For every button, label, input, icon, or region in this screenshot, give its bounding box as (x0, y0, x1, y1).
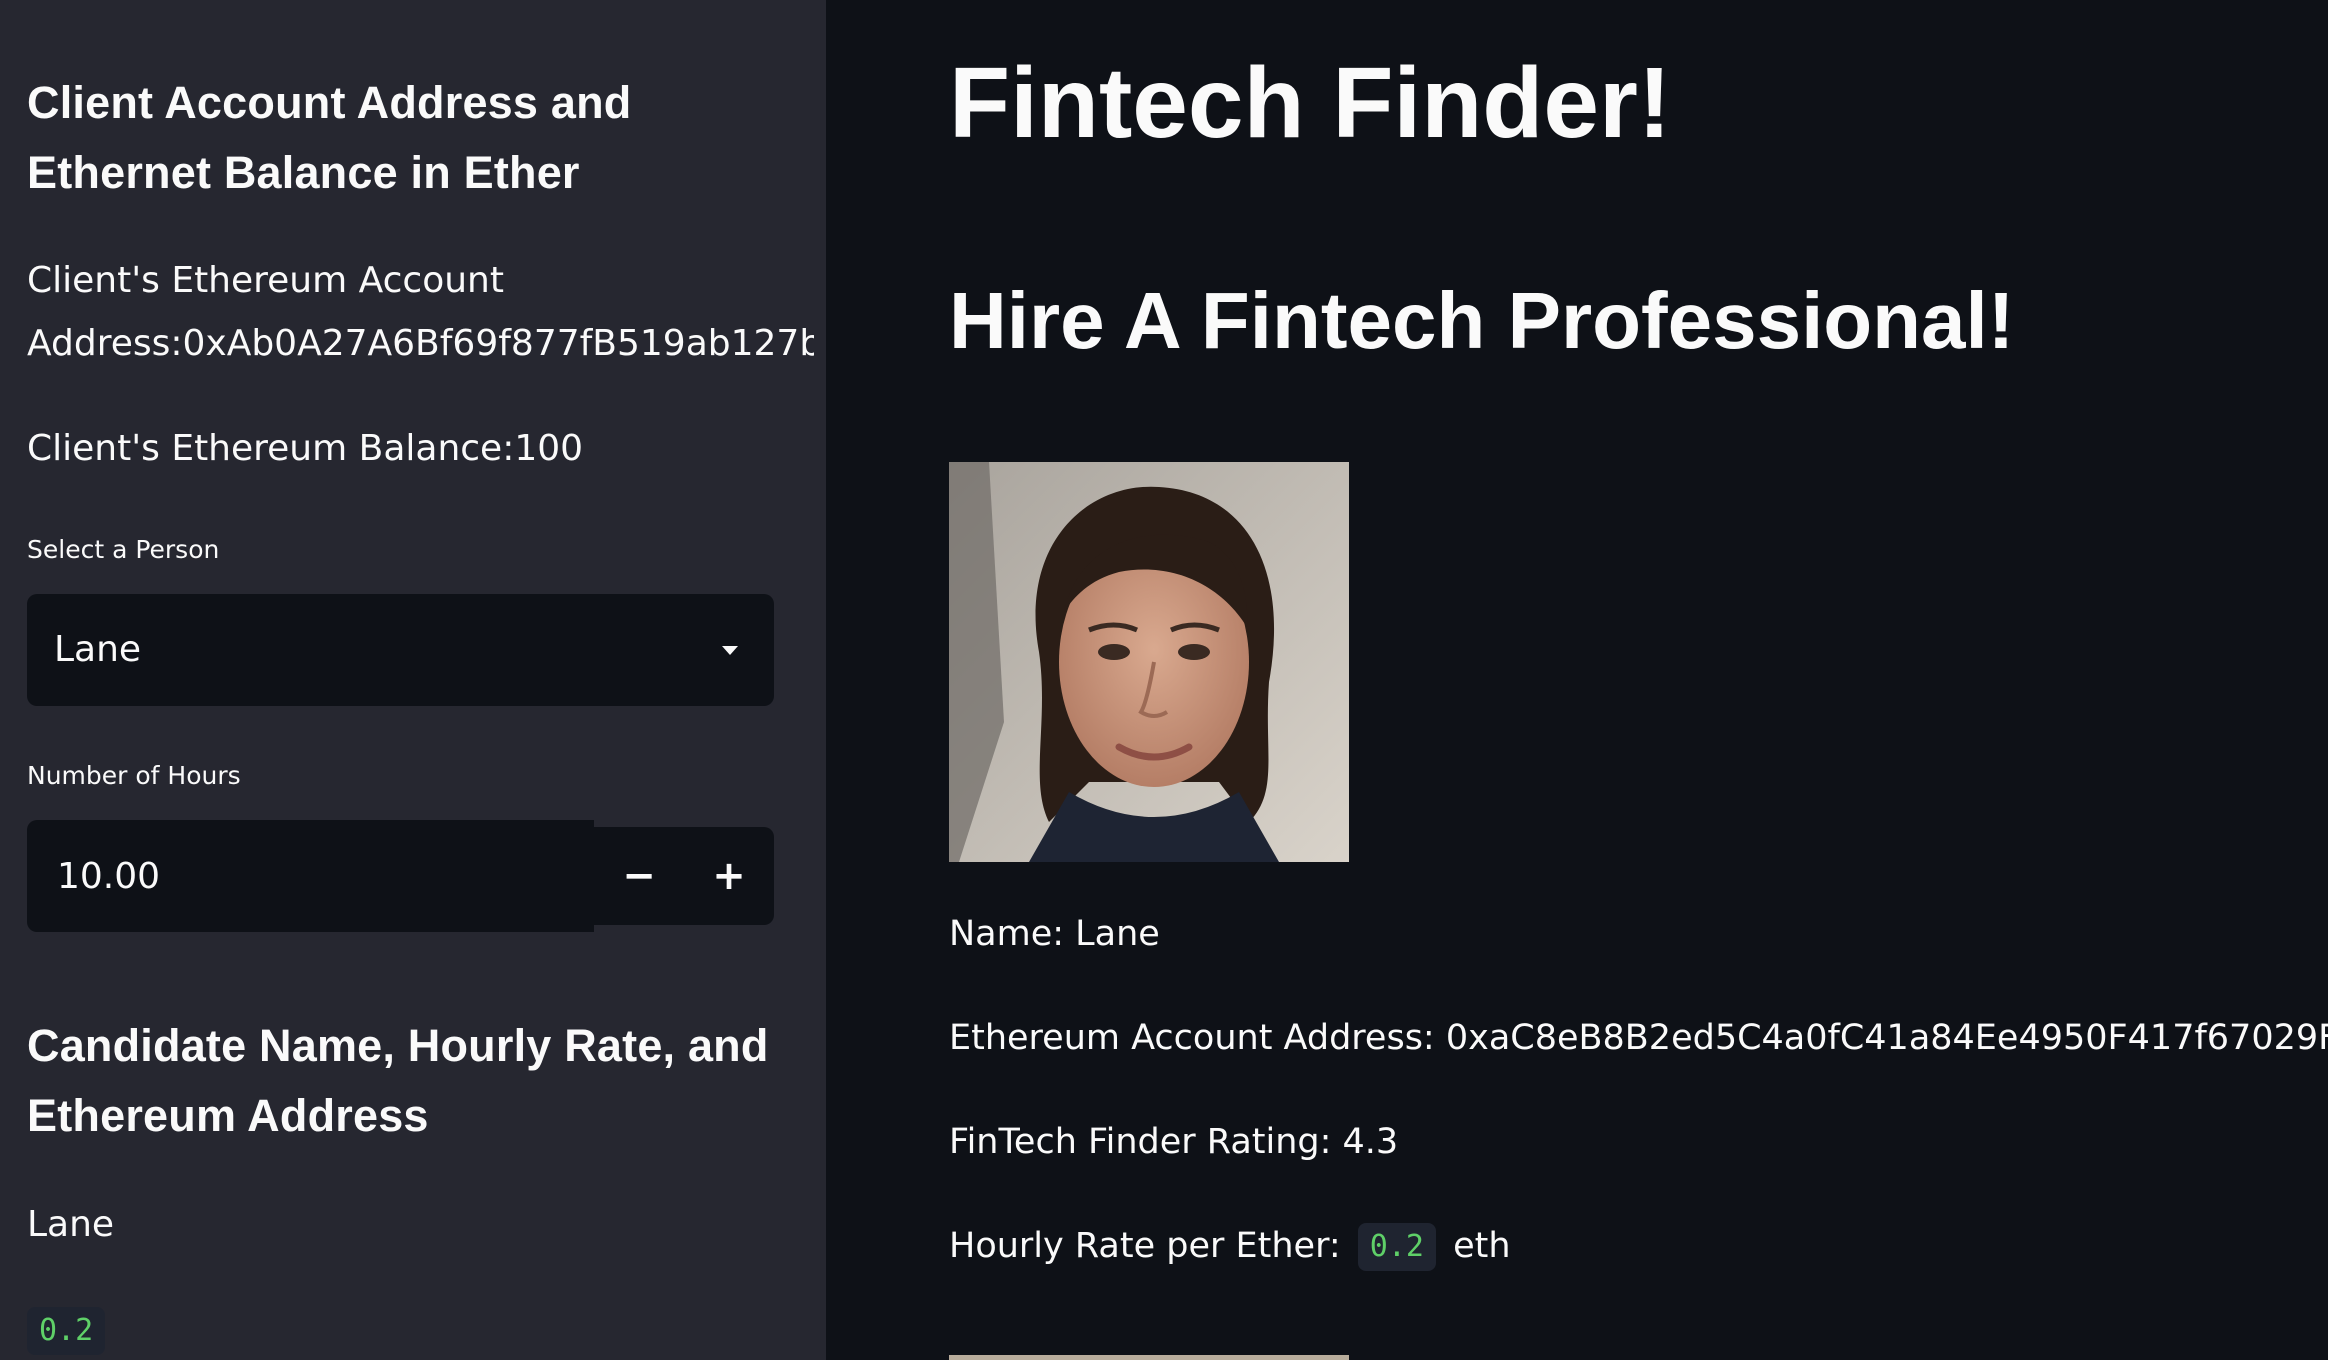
number-of-hours-input[interactable] (27, 820, 594, 932)
candidate-rate-code: 0.2 (27, 1307, 106, 1355)
hourly-rate-unit: eth (1453, 1226, 1511, 1266)
candidate-name-text: Name: Lane (949, 914, 1160, 954)
person-photo-icon (949, 462, 1349, 862)
page-subtitle: Hire A Fintech Professional! (949, 276, 2015, 365)
hourly-rate-value: 0.2 (1357, 1223, 1436, 1271)
sidebar: Client Account Address and Ethernet Bala… (0, 0, 826, 1360)
person-photo (949, 462, 1349, 862)
hourly-rate-row: Hourly Rate per Ether: 0.2 eth (949, 1221, 1511, 1271)
client-account-address-value: Address:0xAb0A27A6Bf69f877fB519ab127b354… (27, 323, 814, 364)
select-person-dropdown[interactable]: Lane (27, 594, 774, 706)
candidate-rating-text: FinTech Finder Rating: 4.3 (949, 1122, 1399, 1162)
candidate-name: Lane (27, 1204, 115, 1245)
candidate-rate-value: 0.2 (27, 1307, 106, 1355)
decrement-button[interactable]: − (594, 827, 684, 925)
caret-down-icon (722, 646, 738, 655)
client-account-address-label: Client's Ethereum Account (27, 260, 504, 301)
candidate-address-text: Ethereum Account Address: 0xaC8eB8B2ed5C… (949, 1018, 2328, 1058)
select-person-value: Lane (54, 629, 142, 670)
hourly-rate-label: Hourly Rate per Ether: (949, 1226, 1341, 1266)
hours-stepper: − + (594, 827, 774, 925)
sidebar-heading-client-account: Client Account Address and Ethernet Bala… (27, 77, 632, 198)
page-title: Fintech Finder! (949, 47, 1672, 159)
client-balance: Client's Ethereum Balance:100 (27, 428, 584, 469)
sidebar-heading-candidate: Candidate Name, Hourly Rate, and Ethereu… (27, 1020, 769, 1141)
select-person-label: Select a Person (27, 535, 220, 564)
number-of-hours-label: Number of Hours (27, 761, 241, 790)
main-content: Fintech Finder! Hire A Fintech Professio… (826, 0, 2328, 1360)
next-candidate-photo (949, 1355, 1349, 1360)
increment-button[interactable]: + (684, 827, 774, 925)
